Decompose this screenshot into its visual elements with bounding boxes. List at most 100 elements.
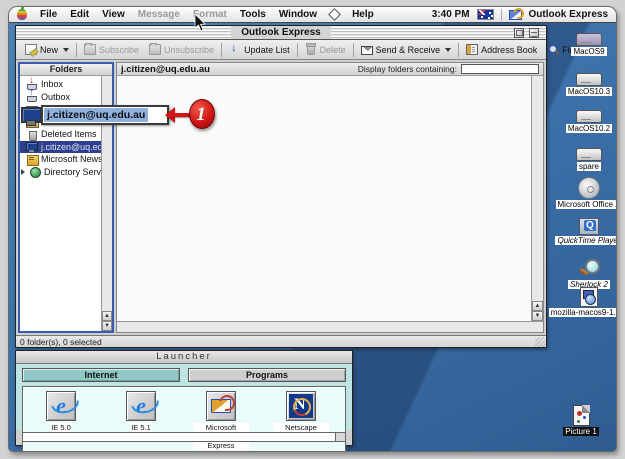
tab-programs[interactable]: Programs <box>188 368 346 382</box>
toolbar-separator <box>221 43 222 57</box>
main-area-header: j.citizen@uq.edu.au Display folders cont… <box>117 63 543 76</box>
delete-button: Delete <box>300 42 351 57</box>
scroll-up-arrow[interactable]: ▲ <box>532 301 543 311</box>
send-receive-icon <box>361 46 373 55</box>
outlook-express-window: Outlook Express New Subscribe Unsubscri <box>15 25 547 348</box>
unsubscribe-icon <box>149 44 161 55</box>
launcher-window: Launcher Internet Programs e IE 5.0 e IE… <box>15 350 353 446</box>
scroll-down-arrow[interactable]: ▼ <box>102 321 112 331</box>
ie-icon[interactable]: e <box>126 391 156 421</box>
hard-drive-icon <box>576 33 602 46</box>
desktop-icon-macos103[interactable]: MacOS10.3 <box>557 73 617 96</box>
menu-window[interactable]: Window <box>279 9 317 20</box>
desktop-icon-spare[interactable]: spare <box>557 148 617 171</box>
desktop-icon-picture1[interactable]: Picture 1 <box>549 405 613 436</box>
ie-icon[interactable]: e <box>46 391 76 421</box>
address-book-icon <box>466 44 478 55</box>
netscape-icon[interactable] <box>286 391 316 421</box>
folders-panel: Folders Inbox Outbox <box>18 62 114 333</box>
desktop-stage: File Edit View Message Format Tools Wind… <box>0 0 625 459</box>
desktop-icon-label: Picture 1 <box>563 427 599 436</box>
hard-drive-icon <box>576 73 602 86</box>
menu-help[interactable]: Help <box>352 9 374 20</box>
outlook-express-app-icon <box>509 10 522 20</box>
apple-menu-icon[interactable] <box>17 9 27 20</box>
scroll-down-arrow[interactable]: ▼ <box>532 311 543 321</box>
launcher-body: Internet Programs e IE 5.0 e IE 5.1 Micr… <box>16 364 352 430</box>
send-receive-dropdown-caret <box>445 48 451 52</box>
launcher-item-ie51[interactable]: e IE 5.1 <box>113 391 169 432</box>
desktop-icon-label: mozilla-macos9-1.2b- <box>549 308 617 317</box>
zoom-box-button[interactable] <box>514 28 524 38</box>
folder-item-deleted-items[interactable]: Deleted Items <box>20 128 101 141</box>
desktop-icon-mozilla[interactable]: mozilla-macos9-1.2b- <box>557 287 617 317</box>
menu-bar: File Edit View Message Format Tools Wind… <box>9 7 616 23</box>
desktop-icon-quicktime[interactable]: QuickTime Player <box>557 218 617 245</box>
new-button[interactable]: New <box>20 42 74 57</box>
folder-item-outbox[interactable]: Outbox <box>20 91 101 104</box>
toolbar-separator <box>353 43 354 57</box>
toolbar: New Subscribe Unsubscribe Update List <box>16 40 546 60</box>
toolbar-separator <box>458 43 459 57</box>
hard-drive-icon <box>576 148 602 161</box>
desktop-icon-label: MacOS10.2 <box>566 124 612 133</box>
screen: File Edit View Message Format Tools Wind… <box>8 6 617 452</box>
drafts-icon <box>26 116 38 127</box>
folder-item-sent-items[interactable]: Sent Items <box>20 103 101 116</box>
filter-input[interactable] <box>461 64 539 74</box>
mouse-cursor <box>194 14 206 32</box>
desktop-icon-label: Microsoft Office X <box>556 200 617 209</box>
launcher-item-label: IE 5.0 <box>50 423 72 432</box>
subscribe-button: Subscribe <box>79 42 144 57</box>
send-receive-button[interactable]: Send & Receive <box>356 43 457 57</box>
tab-internet[interactable]: Internet <box>22 368 180 382</box>
window-title-bar[interactable]: Outlook Express <box>16 26 546 40</box>
cd-disc-icon <box>578 177 600 199</box>
outlook-express-icon[interactable] <box>206 391 236 421</box>
outbox-icon <box>26 91 38 102</box>
folder-item-account-selected[interactable]: j.citizen@uq.edu.au <box>20 141 101 154</box>
menu-message: Message <box>138 9 180 20</box>
help-menu-icon[interactable] <box>328 8 341 21</box>
sent-items-icon <box>26 104 38 115</box>
menu-file[interactable]: File <box>40 9 57 20</box>
launcher-horizontal-scrollbar[interactable] <box>22 432 346 442</box>
main-horizontal-scrollbar[interactable] <box>117 321 543 332</box>
menu-tools[interactable]: Tools <box>240 9 266 20</box>
desktop-icon-office-x[interactable]: Microsoft Office X <box>557 177 617 209</box>
application-menu[interactable]: Outlook Express <box>529 9 608 20</box>
desktop-icon-label: QuickTime Player <box>555 236 617 245</box>
update-list-button[interactable]: Update List <box>224 42 295 57</box>
toolbar-separator <box>297 43 298 57</box>
main-area: j.citizen@uq.edu.au Display folders cont… <box>116 62 544 333</box>
news-server-icon <box>26 154 38 165</box>
new-dropdown-caret <box>63 48 69 52</box>
desktop-icon-sherlock[interactable]: Sherlock 2 <box>557 259 617 289</box>
deleted-items-icon <box>26 129 38 140</box>
delete-icon <box>307 44 315 55</box>
menu-clock[interactable]: 3:40 PM <box>432 9 470 20</box>
menu-view[interactable]: View <box>102 9 125 20</box>
desktop-icon-macos102[interactable]: MacOS10.2 <box>557 110 617 133</box>
folders-scrollbar[interactable]: ▲ ▼ <box>101 76 112 331</box>
folder-item-news-server[interactable]: Microsoft News Server <box>20 153 101 166</box>
folder-item-directory-services[interactable]: Directory Services <box>20 166 101 179</box>
resize-grip[interactable] <box>535 337 545 347</box>
folders-panel-header: Folders <box>20 64 112 76</box>
scroll-up-arrow[interactable]: ▲ <box>102 311 112 321</box>
launcher-title-bar[interactable]: Launcher <box>16 351 352 364</box>
account-title: j.citizen@uq.edu.au <box>121 64 354 75</box>
launcher-tabs: Internet Programs <box>22 368 346 382</box>
launcher-items: e IE 5.0 e IE 5.1 Microsoft Outlook Expr… <box>22 386 346 452</box>
status-bar: 0 folder(s), 0 selected <box>16 335 546 347</box>
folder-list-canvas[interactable] <box>117 76 531 321</box>
folder-item-drafts[interactable]: Drafts <box>20 116 101 129</box>
desktop-icon-macos9[interactable]: MacOS9 <box>557 33 617 56</box>
main-vertical-scrollbar[interactable]: ▲ ▼ <box>531 76 543 321</box>
menu-edit[interactable]: Edit <box>70 9 89 20</box>
disclosure-triangle-icon[interactable] <box>21 169 25 175</box>
launcher-item-ie50[interactable]: e IE 5.0 <box>33 391 89 432</box>
collapse-box-button[interactable] <box>529 28 539 38</box>
keyboard-flag-icon[interactable] <box>477 9 494 20</box>
address-book-button[interactable]: Address Book <box>461 42 542 57</box>
